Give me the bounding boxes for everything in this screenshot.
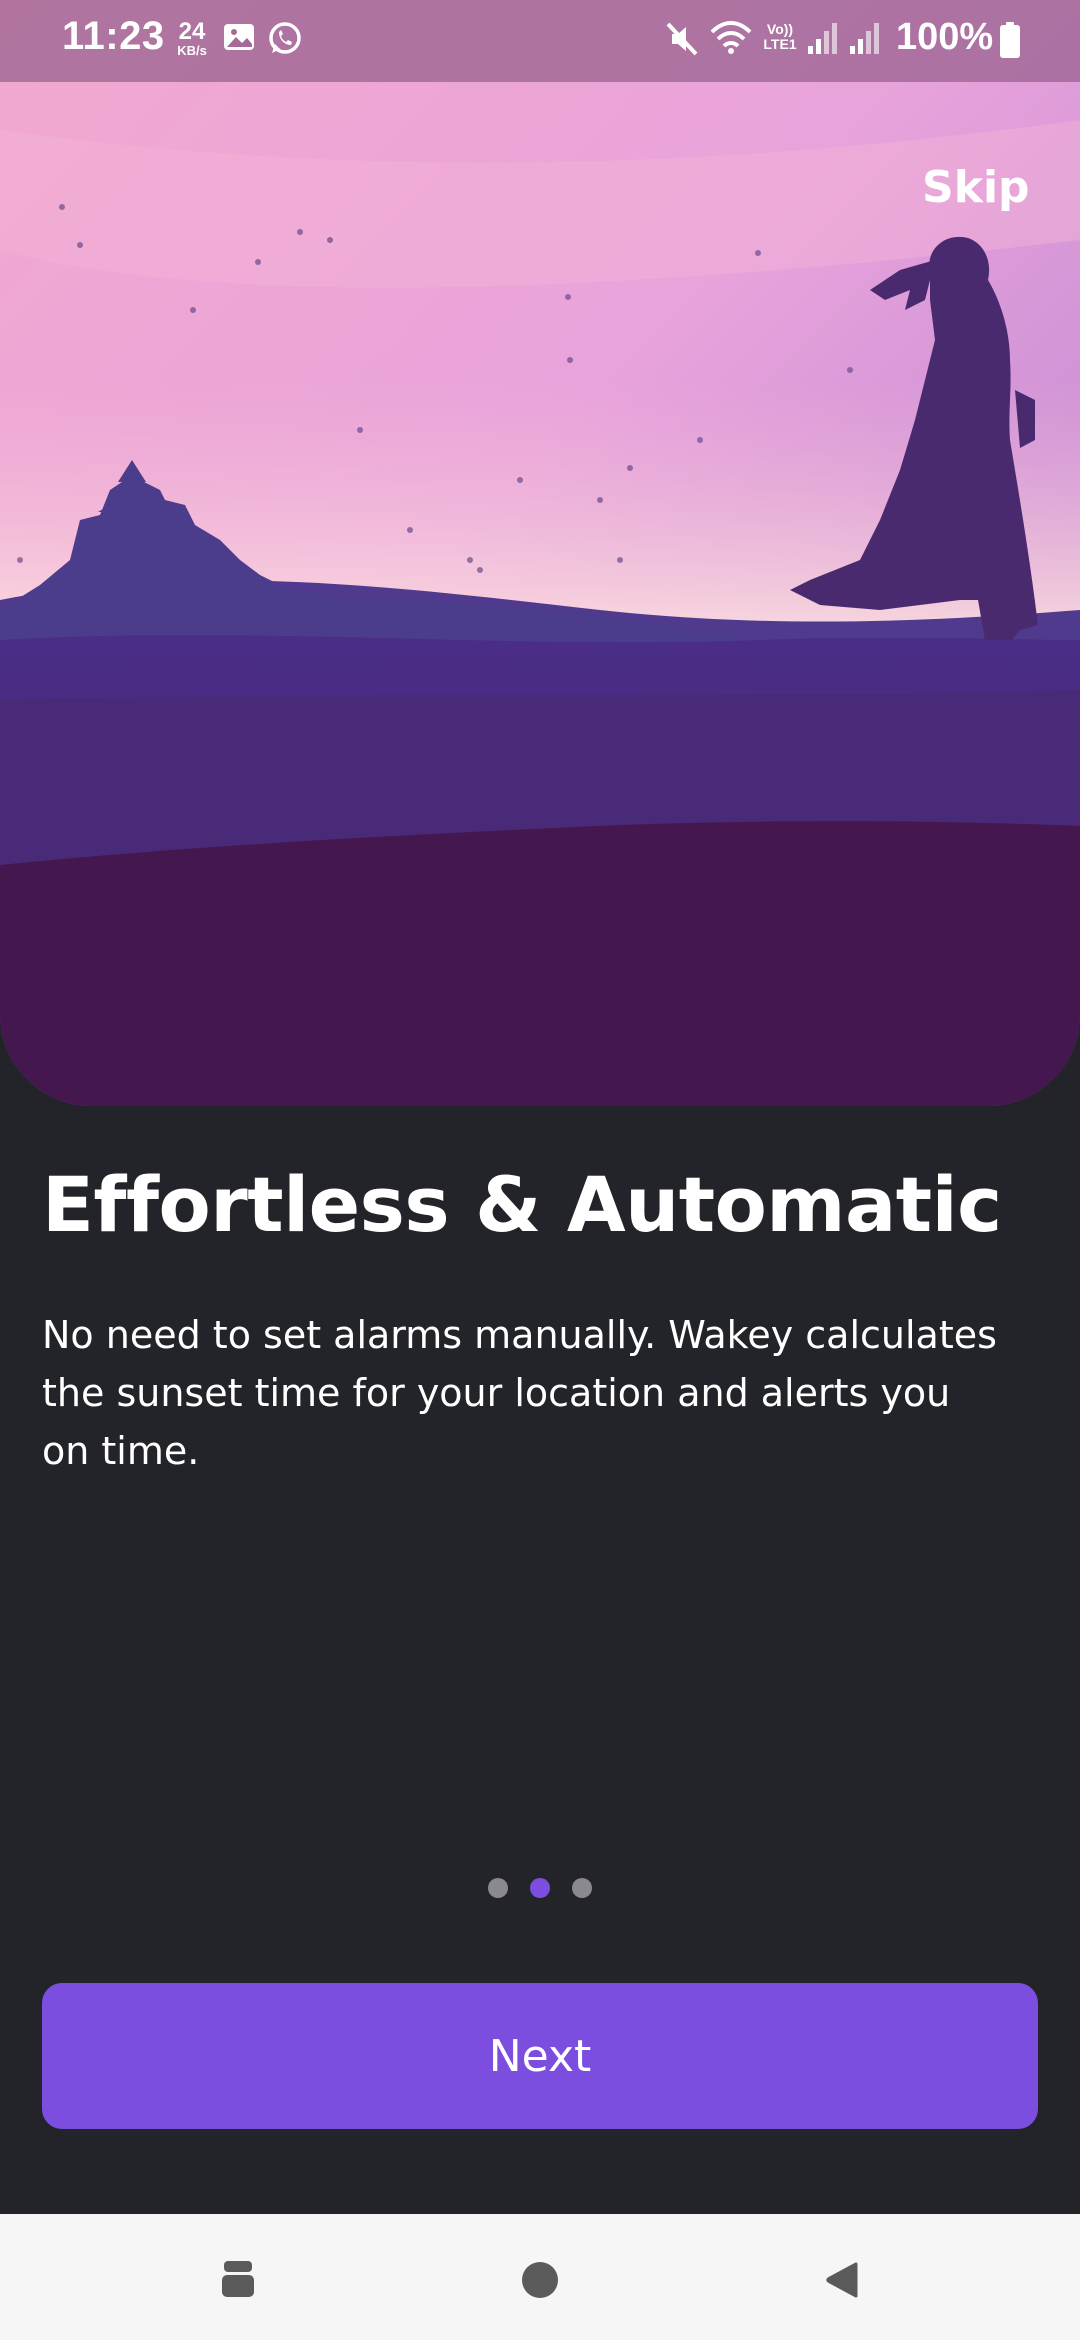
navigation-bar <box>0 2214 1080 2340</box>
whatsapp-icon <box>266 20 304 62</box>
skip-button[interactable]: Skip <box>922 162 1030 213</box>
page-indicator <box>0 1878 1080 1898</box>
status-time: 11:23 <box>62 14 165 58</box>
mute-icon <box>664 20 700 62</box>
onboarding-screen: 11:23 24 KB/s Vo)) LTE1 100% Skip Effort… <box>0 0 1080 2340</box>
volte-icon: Vo)) LTE1 <box>763 21 797 52</box>
status-bar: 11:23 24 KB/s Vo)) LTE1 100% <box>0 0 1080 82</box>
recents-icon[interactable] <box>198 2240 278 2320</box>
battery-percent: 100% <box>896 16 994 58</box>
signal-icon <box>806 20 840 60</box>
page-dot-2-active[interactable] <box>530 1878 550 1898</box>
network-speed-unit: KB/s <box>177 43 207 58</box>
page-title: Effortless & Automatic <box>42 1160 1002 1249</box>
signal-icon <box>848 20 882 60</box>
next-button[interactable]: Next <box>42 1983 1038 2129</box>
page-dot-1[interactable] <box>488 1878 508 1898</box>
network-speed: 24 KB/s <box>172 18 212 58</box>
network-speed-value: 24 <box>178 18 206 45</box>
gallery-icon <box>222 20 256 58</box>
hero-illustration <box>0 0 1080 1106</box>
page-description: No need to set alarms manually. Wakey ca… <box>42 1313 997 1473</box>
battery-icon <box>1000 22 1020 62</box>
page-dot-3[interactable] <box>572 1878 592 1898</box>
home-icon[interactable] <box>500 2240 580 2320</box>
wifi-icon <box>708 20 754 62</box>
back-icon[interactable] <box>804 2240 884 2320</box>
